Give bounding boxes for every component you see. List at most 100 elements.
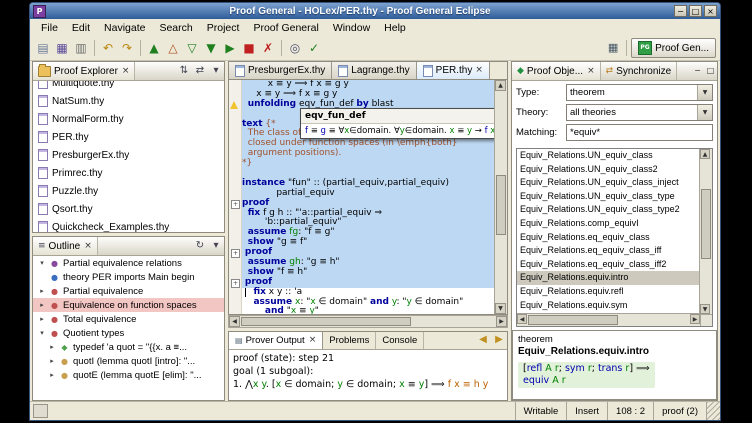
theorem-list-item[interactable]: Equiv_Relations.UN_equiv_class_type [517, 190, 700, 204]
close-icon[interactable]: × [308, 336, 317, 345]
menu-search[interactable]: Search [152, 21, 199, 35]
save-icon[interactable]: ▦ [53, 39, 71, 57]
editor-horizontal-scrollbar[interactable]: ◀ ▶ [228, 315, 508, 328]
titlebar[interactable]: P Proof General - HOLex/PER.thy - Proof … [30, 3, 720, 19]
theorem-list-item[interactable]: Equiv_Relations.UN_equiv_class2 [517, 163, 700, 177]
theorem-list-item[interactable]: Equiv_Relations.equiv.refl [517, 285, 700, 299]
menu-navigate[interactable]: Navigate [97, 21, 152, 35]
twisty-icon[interactable]: ▾ [38, 259, 46, 267]
collapse-all-icon[interactable]: ⇅ [176, 62, 192, 80]
code-line[interactable]: show "g ≡ f" [242, 238, 494, 248]
twisty-icon[interactable]: ▾ [38, 329, 46, 337]
new-wizard-icon[interactable]: ▤ [34, 39, 52, 57]
theorem-list-item[interactable]: Equiv_Relations.UN_equiv_class [517, 149, 700, 163]
menu-edit[interactable]: Edit [65, 21, 97, 35]
explorer-item-natsum-thy[interactable]: NatSum.thy [33, 92, 224, 110]
scroll-thumb[interactable] [701, 189, 711, 259]
proof-interrupt-icon[interactable]: ✗ [259, 39, 277, 57]
theorem-list-item[interactable]: Equiv_Relations.eq_equiv_class [517, 231, 700, 245]
refresh-icon[interactable]: ↻ [192, 237, 208, 255]
twisty-icon[interactable]: ▸ [48, 343, 56, 351]
twisty-icon[interactable]: ▸ [38, 287, 46, 295]
tab-proof-obje[interactable]: ◆Proof Obje...× [512, 62, 601, 80]
editor-tab-per-thy[interactable]: PER.thy× [417, 62, 490, 79]
explorer-item-per-thy[interactable]: PER.thy [33, 128, 224, 146]
outline-item-partial-equivalence-relations[interactable]: ▾●Partial equivalence relations [33, 256, 224, 270]
scroll-up-icon[interactable]: ▲ [495, 80, 506, 91]
close-button[interactable]: × [704, 5, 717, 17]
outline-tab[interactable]: ≡ Outline × [33, 237, 98, 255]
link-with-editor-icon[interactable]: ⇄ [192, 62, 208, 80]
outline-item-equivalence-on-function-spaces[interactable]: ▸●Equivalence on function spaces [33, 298, 224, 312]
proof-undo-step-icon[interactable]: △ [164, 39, 182, 57]
tab-problems[interactable]: Problems [323, 332, 376, 349]
outline-item-partial-equivalence[interactable]: ▸●Partial equivalence [33, 284, 224, 298]
search-icon[interactable]: ◎ [286, 39, 304, 57]
scroll-down-icon[interactable]: ▼ [495, 303, 506, 314]
explorer-item-primrec-thy[interactable]: Primrec.thy [33, 164, 224, 182]
editor-vertical-scrollbar[interactable]: ▲ ▼ [494, 80, 507, 314]
view-menu-icon[interactable]: ▾ [208, 62, 224, 80]
matching-input[interactable] [566, 124, 713, 141]
redo-icon[interactable]: ↷ [118, 39, 136, 57]
outline-item-theory-per-imports-main-begin[interactable]: ●theory PER imports Main begin [33, 270, 224, 284]
minimize-button[interactable]: − [674, 5, 687, 17]
list-horizontal-scrollbar[interactable]: ◀ ▶ [517, 313, 700, 326]
editor-text-area[interactable]: x ≡ y ⟹ f x ≡ g y x ≡ y ⟹ f x ≡ g y unfo… [242, 80, 494, 314]
minimize-view-icon[interactable]: − [691, 62, 704, 80]
outline-item-quote-lemma-quote-elim[interactable]: ▸●quotE (lemma quotE [elim]: "... [33, 368, 224, 382]
theorem-list-item[interactable]: Equiv_Relations.equiv.intro [517, 271, 700, 285]
explorer-item-multiquote-thy[interactable]: Multiquote.thy [33, 81, 224, 92]
maximize-view-icon[interactable]: □ [704, 62, 717, 80]
explorer-item-qsort-thy[interactable]: Qsort.thy [33, 200, 224, 218]
scroll-left-icon[interactable]: ◀ [229, 316, 240, 327]
close-icon[interactable]: × [83, 242, 92, 251]
fold-expand-icon[interactable]: + [231, 200, 240, 209]
scroll-thumb[interactable] [496, 175, 506, 235]
close-icon[interactable]: × [586, 67, 595, 76]
outline-item-typedef-a-quot-x-a[interactable]: ▸◆typedef 'a quot = "{{x. a ≡... [33, 340, 224, 354]
menu-project[interactable]: Project [200, 21, 247, 35]
proof-goto-end-icon[interactable]: ▼ [202, 39, 220, 57]
proof-goto-start-icon[interactable]: ▲ [145, 39, 163, 57]
menu-help[interactable]: Help [377, 21, 413, 35]
twisty-icon[interactable]: ▸ [48, 357, 56, 365]
maximize-button[interactable]: □ [689, 5, 702, 17]
theorem-list-item[interactable]: Equiv_Relations.equiv.sym [517, 299, 700, 313]
scroll-down-icon[interactable]: ▼ [700, 304, 710, 314]
theorem-list-item[interactable]: Equiv_Relations.comp_equivI [517, 217, 700, 231]
chevron-down-icon[interactable]: ▼ [697, 85, 712, 100]
check-icon[interactable]: ✓ [305, 39, 323, 57]
code-line[interactable]: show "f ≡ h" [242, 268, 494, 278]
proof-play-icon[interactable]: ▶ [221, 39, 239, 57]
theory-combo[interactable]: all theories ▼ [566, 104, 713, 121]
resize-grip[interactable] [706, 402, 720, 420]
close-icon[interactable]: × [121, 67, 130, 76]
open-perspective-icon[interactable]: ▦ [604, 39, 622, 57]
close-icon[interactable]: × [475, 66, 483, 75]
explorer-item-presburgerex-thy[interactable]: PresburgerEx.thy [33, 146, 224, 164]
explorer-item-quickcheck-examples-thy[interactable]: Quickcheck_Examples.thy [33, 218, 224, 232]
theorem-list-item[interactable]: Equiv_Relations.UN_equiv_class_inject [517, 176, 700, 190]
theorem-list-item[interactable]: Equiv_Relations.eq_equiv_class_iff [517, 244, 700, 258]
code-line[interactable]: partial_equiv [242, 189, 494, 199]
fold-expand-icon[interactable]: + [231, 249, 240, 258]
next-step-icon[interactable]: ▶ [491, 332, 507, 349]
type-combo[interactable]: theorem ▼ [566, 84, 713, 101]
tab-synchronize[interactable]: ⇄Synchronize [601, 62, 678, 80]
outline-item-quoti-lemma-quoti-intro[interactable]: ▸●quotI (lemma quotI [intro]: "... [33, 354, 224, 368]
tab-prover-output[interactable]: ▤Prover Output× [229, 332, 323, 349]
prover-output-content[interactable]: proof (state): step 21goal (1 subgoal):1… [229, 350, 507, 400]
editor-tab-lagrange-thy[interactable]: Lagrange.thy [332, 62, 416, 79]
twisty-icon[interactable]: ▸ [38, 315, 46, 323]
theorem-list-item[interactable]: Equiv_Relations.UN_equiv_class_type2 [517, 203, 700, 217]
menu-proof-general[interactable]: Proof General [246, 21, 325, 35]
scroll-thumb[interactable] [528, 315, 618, 325]
proof-next-step-icon[interactable]: ▽ [183, 39, 201, 57]
scroll-left-icon[interactable]: ◀ [517, 314, 527, 324]
scroll-right-icon[interactable]: ▶ [690, 314, 700, 324]
code-line[interactable]: argument positions). [242, 149, 494, 159]
twisty-icon[interactable]: ▸ [48, 371, 56, 379]
view-menu-icon[interactable]: ▾ [208, 237, 224, 255]
previous-step-icon[interactable]: ◀ [475, 332, 491, 349]
